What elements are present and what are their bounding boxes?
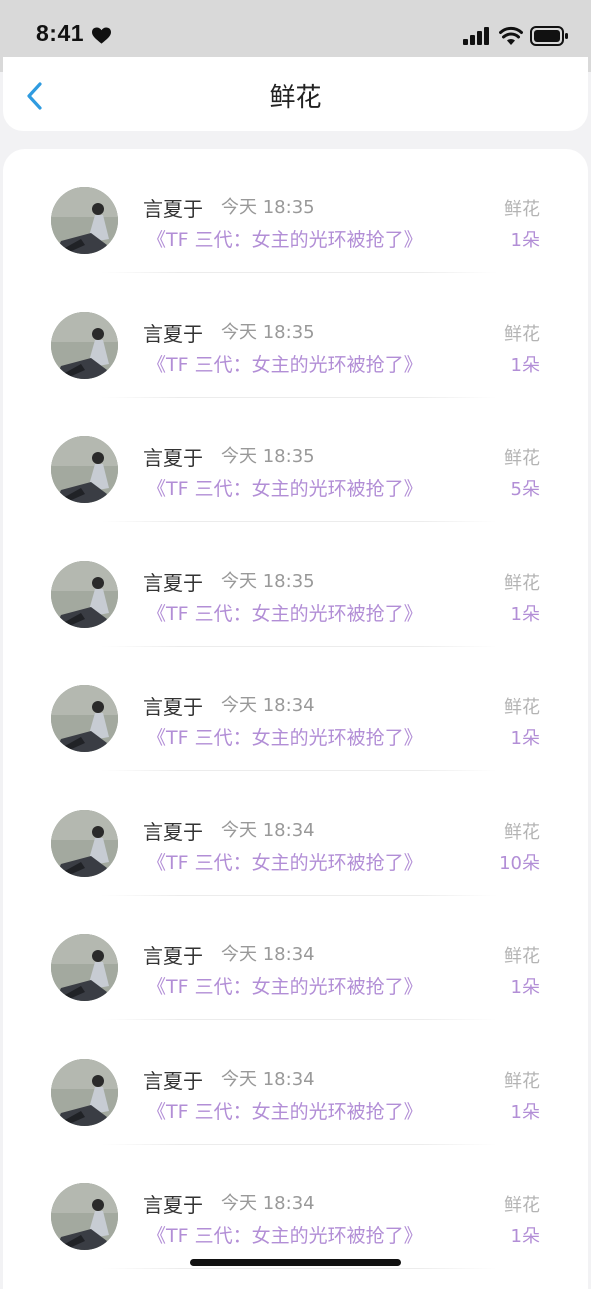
avatar-photo-icon [51,809,118,877]
list-item[interactable]: 言夏于 今天 18:34 《TF 三代：女主的光环被抢了》 鲜花 10朵 [3,772,588,896]
list-item[interactable]: 言夏于 今天 18:34 《TF 三代：女主的光环被抢了》 鲜花 1朵 [3,647,588,771]
book-title-link[interactable]: 《TF 三代：女主的光环被抢了》 [147,1097,423,1124]
avatar[interactable] [51,809,118,877]
row-divider [101,1268,497,1269]
timestamp: 今天 18:35 [221,321,315,343]
avatar-photo-icon [51,1183,118,1250]
timestamp: 今天 18:34 [221,1068,315,1090]
timestamp: 今天 18:34 [221,1193,315,1214]
book-title-link[interactable]: 《TF 三代：女主的光环被抢了》 [147,972,423,999]
battery-icon [530,26,568,46]
page-title: 鲜花 [269,83,322,113]
timestamp: 今天 18:34 [221,695,315,716]
avatar-photo-icon [51,560,118,628]
book-title-link[interactable]: 《TF 三代：女主的光环被抢了》 [147,723,423,750]
status-time: 8:41 [36,20,85,46]
book-title-link[interactable]: 《TF 三代：女主的光环被抢了》 [147,225,423,252]
gift-count: 1朵 [510,354,540,376]
avatar-photo-icon [51,436,118,503]
avatar-photo-icon [51,1058,118,1126]
timestamp: 今天 18:34 [221,819,315,841]
list-item[interactable]: 言夏于 今天 18:35 《TF 三代：女主的光环被抢了》 鲜花 1朵 [3,274,588,398]
timestamp: 今天 18:35 [221,446,315,467]
gift-type-label: 鲜花 [504,1195,540,1216]
username[interactable]: 言夏于 [143,940,203,969]
avatar[interactable] [51,560,118,628]
username[interactable]: 言夏于 [143,816,203,845]
gift-type-label: 鲜花 [504,1070,540,1092]
gift-type-label: 鲜花 [504,697,540,718]
avatar-photo-icon [51,311,118,379]
username[interactable]: 言夏于 [143,1189,203,1218]
list-item[interactable]: 言夏于 今天 18:34 《TF 三代：女主的光环被抢了》 鲜花 1朵 [3,896,588,1020]
avatar-photo-icon [51,685,118,752]
timestamp: 今天 18:34 [221,944,315,965]
gift-count: 10朵 [499,852,540,874]
gift-count: 1朵 [510,230,540,251]
username[interactable]: 言夏于 [143,193,203,222]
avatar[interactable] [51,1058,118,1126]
book-title-link[interactable]: 《TF 三代：女主的光环被抢了》 [147,848,423,875]
avatar-photo-icon [51,187,118,254]
wifi-icon [499,26,523,45]
heart-icon [92,27,111,44]
home-indicator[interactable] [190,1259,401,1266]
gift-count: 1朵 [510,977,540,998]
book-title-link[interactable]: 《TF 三代：女主的光环被抢了》 [147,599,423,626]
gift-count: 1朵 [510,603,540,625]
book-title-link[interactable]: 《TF 三代：女主的光环被抢了》 [147,474,423,501]
gift-type-label: 鲜花 [504,323,540,345]
signal-icon [463,27,489,45]
username[interactable]: 言夏于 [143,691,203,720]
list-item[interactable]: 言夏于 今天 18:35 《TF 三代：女主的光环被抢了》 鲜花 1朵 [3,149,588,273]
avatar-photo-icon [51,934,118,1001]
avatar[interactable] [51,311,118,379]
gift-count: 1朵 [510,1101,540,1123]
gift-count: 1朵 [510,728,540,749]
timestamp: 今天 18:35 [221,197,315,218]
navigation-header: 鲜花 [3,57,588,131]
gift-type-label: 鲜花 [504,946,540,967]
list-item[interactable]: 言夏于 今天 18:35 《TF 三代：女主的光环被抢了》 鲜花 5朵 [3,398,588,522]
timestamp: 今天 18:35 [221,570,315,592]
username[interactable]: 言夏于 [143,318,203,347]
gift-type-label: 鲜花 [504,821,540,843]
flower-gift-list[interactable]: 言夏于 今天 18:35 《TF 三代：女主的光环被抢了》 鲜花 1朵 言夏于 今天 18:… [3,149,588,1289]
gift-count: 1朵 [510,1226,540,1247]
avatar[interactable] [51,1183,118,1250]
avatar[interactable] [51,436,118,503]
gift-type-label: 鲜花 [504,448,540,469]
gift-type-label: 鲜花 [504,199,540,220]
book-title-link[interactable]: 《TF 三代：女主的光环被抢了》 [147,1221,423,1248]
list-item[interactable]: 言夏于 今天 18:34 《TF 三代：女主的光环被抢了》 鲜花 1朵 [3,1145,588,1269]
username[interactable]: 言夏于 [143,1065,203,1094]
book-title-link[interactable]: 《TF 三代：女主的光环被抢了》 [147,350,423,377]
gift-count: 5朵 [510,479,540,500]
avatar[interactable] [51,685,118,752]
username[interactable]: 言夏于 [143,442,203,471]
avatar[interactable] [51,187,118,254]
gift-type-label: 鲜花 [504,572,540,594]
list-item[interactable]: 言夏于 今天 18:34 《TF 三代：女主的光环被抢了》 鲜花 1朵 [3,1021,588,1145]
avatar[interactable] [51,934,118,1001]
list-item[interactable]: 言夏于 今天 18:35 《TF 三代：女主的光环被抢了》 鲜花 1朵 [3,523,588,647]
username[interactable]: 言夏于 [143,567,203,596]
